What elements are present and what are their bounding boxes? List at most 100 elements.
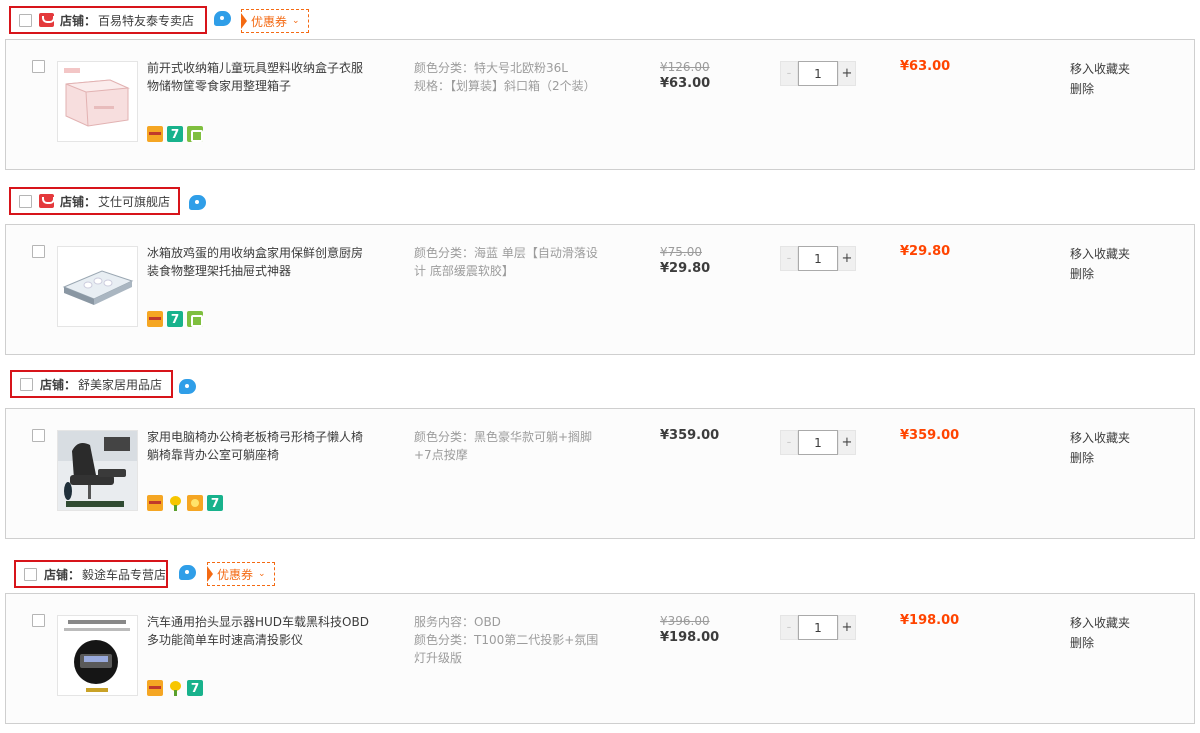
increase-button[interactable]: +: [838, 246, 856, 271]
shop-name-link[interactable]: 毅途车品专营店: [82, 566, 166, 583]
unit-price: ¥29.80: [660, 261, 711, 276]
wangwang-chat-icon[interactable]: [179, 565, 196, 580]
product-thumbnail[interactable]: [57, 615, 138, 696]
chevron-down-icon: ⌄: [258, 569, 266, 579]
delete-link[interactable]: 删除: [1070, 264, 1130, 284]
cart-item: 汽车通用抬头显示器HUD车载黑科技OBD多功能简单车时速高清投影仪 7 服务内容…: [5, 593, 1195, 724]
increase-button[interactable]: +: [838, 430, 856, 455]
item-subtotal: ¥198.00: [900, 613, 960, 628]
seven-day-return-icon[interactable]: 7: [187, 680, 203, 696]
decrease-button[interactable]: -: [780, 430, 798, 455]
decrease-button[interactable]: -: [780, 246, 798, 271]
item-checkbox[interactable]: [32, 60, 45, 73]
delete-link[interactable]: 删除: [1070, 448, 1130, 468]
quantity-stepper: - +: [780, 61, 858, 86]
coupon-dropdown[interactable]: 优惠券 ⌄: [207, 562, 275, 586]
item-checkbox[interactable]: [32, 245, 45, 258]
item-actions: 移入收藏夹 删除: [1070, 59, 1130, 99]
shop-label: 店铺：: [44, 567, 81, 582]
cart-item: 家用电脑椅办公椅老板椅弓形椅子懒人椅躺椅靠背办公室可躺座椅 7 颜色分类：黑色豪…: [5, 408, 1195, 539]
shop-name-link[interactable]: 百易特友泰专卖店: [98, 12, 194, 29]
shop-header: 店铺： 舒美家居用品店: [10, 370, 173, 398]
cart-item: 冰箱放鸡蛋的用收纳盒家用保鲜创意厨房装食物整理架托抽屉式神器 7 颜色分类：海蓝…: [5, 224, 1195, 355]
product-props: 颜色分类：黑色豪华款可躺+搁脚+7点按摩: [414, 428, 609, 464]
wangwang-chat-icon[interactable]: [214, 11, 231, 26]
prop-line: 服务内容：OBD: [414, 615, 501, 629]
credit-card-icon[interactable]: [147, 495, 163, 511]
coupon-label: 优惠券: [251, 14, 288, 29]
delete-link[interactable]: 删除: [1070, 79, 1130, 99]
move-to-favorites-link[interactable]: 移入收藏夹: [1070, 244, 1130, 264]
prop-line: 颜色分类：T100第二代投影+氛围灯升级版: [414, 633, 599, 665]
product-title-link[interactable]: 冰箱放鸡蛋的用收纳盒家用保鲜创意厨房装食物整理架托抽屉式神器: [147, 244, 369, 280]
quantity-input[interactable]: [798, 61, 838, 86]
shop-header: 店铺： 毅途车品专营店: [14, 560, 168, 588]
shop-checkbox[interactable]: [20, 377, 33, 391]
move-to-favorites-link[interactable]: 移入收藏夹: [1070, 59, 1130, 79]
coupon-dropdown[interactable]: 优惠券 ⌄: [241, 9, 309, 33]
wangwang-chat-icon[interactable]: [179, 379, 196, 394]
product-thumbnail[interactable]: [57, 246, 138, 327]
tmall-icon: [39, 194, 55, 208]
shop-label: 店铺：: [40, 377, 77, 392]
service-icons: 7: [147, 495, 223, 511]
item-subtotal: ¥63.00: [900, 59, 951, 74]
item-subtotal: ¥359.00: [900, 428, 960, 443]
prop-line: 颜色分类：特大号北欧粉36L: [414, 61, 568, 75]
delete-link[interactable]: 删除: [1070, 633, 1130, 653]
item-checkbox[interactable]: [32, 429, 45, 442]
credit-card-icon[interactable]: [147, 311, 163, 327]
service-icons: 7: [147, 680, 203, 696]
chevron-down-icon: ⌄: [292, 16, 300, 26]
increase-button[interactable]: +: [838, 615, 856, 640]
seven-day-return-icon[interactable]: 7: [167, 126, 183, 142]
flower-icon[interactable]: [167, 495, 183, 511]
product-thumbnail[interactable]: [57, 430, 138, 511]
seven-day-return-icon[interactable]: 7: [207, 495, 223, 511]
cart-item: 前开式收纳箱儿童玩具塑料收纳盒子衣服物储物筐零食家用整理箱子 7 颜色分类：特大…: [5, 39, 1195, 170]
credit-card-icon[interactable]: [147, 680, 163, 696]
move-to-favorites-link[interactable]: 移入收藏夹: [1070, 428, 1130, 448]
move-to-favorites-link[interactable]: 移入收藏夹: [1070, 613, 1130, 633]
gift-icon[interactable]: [187, 311, 203, 327]
credit-card-icon[interactable]: [147, 126, 163, 142]
product-title-link[interactable]: 前开式收纳箱儿童玩具塑料收纳盒子衣服物储物筐零食家用整理箱子: [147, 59, 369, 95]
product-title-link[interactable]: 汽车通用抬头显示器HUD车载黑科技OBD多功能简单车时速高清投影仪: [147, 613, 369, 649]
unit-price: ¥359.00: [660, 428, 720, 443]
sun-icon[interactable]: [187, 495, 203, 511]
prop-line: 颜色分类：黑色豪华款可躺+搁脚+7点按摩: [414, 430, 593, 462]
prop-line: 颜色分类：海蓝 单层【自动滑落设计 底部缓震软胶】: [414, 246, 598, 278]
unit-price: ¥63.00: [660, 76, 711, 91]
shop-name-link[interactable]: 艾仕可旗舰店: [98, 193, 170, 210]
shop-checkbox[interactable]: [19, 194, 32, 208]
decrease-button[interactable]: -: [780, 61, 798, 86]
tmall-icon: [39, 13, 55, 27]
flower-icon[interactable]: [167, 680, 183, 696]
quantity-input[interactable]: [798, 615, 838, 640]
quantity-input[interactable]: [798, 246, 838, 271]
shop-header: 店铺： 艾仕可旗舰店: [9, 187, 180, 215]
unit-price: ¥198.00: [660, 630, 720, 645]
shop-header: 店铺： 百易特友泰专卖店: [9, 6, 207, 34]
wangwang-chat-icon[interactable]: [189, 195, 206, 210]
shop-checkbox[interactable]: [19, 13, 32, 27]
service-icons: 7: [147, 311, 203, 327]
shop-label: 店铺：: [60, 194, 97, 209]
gift-icon[interactable]: [187, 126, 203, 142]
item-actions: 移入收藏夹 删除: [1070, 244, 1130, 284]
increase-button[interactable]: +: [838, 61, 856, 86]
product-props: 颜色分类：海蓝 单层【自动滑落设计 底部缓震软胶】: [414, 244, 609, 280]
coupon-label: 优惠券: [217, 567, 254, 582]
quantity-input[interactable]: [798, 430, 838, 455]
item-checkbox[interactable]: [32, 614, 45, 627]
product-props: 服务内容：OBD 颜色分类：T100第二代投影+氛围灯升级版: [414, 613, 609, 667]
item-actions: 移入收藏夹 删除: [1070, 613, 1130, 653]
original-price: ¥75.00: [660, 245, 702, 259]
shop-name-link[interactable]: 舒美家居用品店: [78, 376, 162, 393]
decrease-button[interactable]: -: [780, 615, 798, 640]
product-title-link[interactable]: 家用电脑椅办公椅老板椅弓形椅子懒人椅躺椅靠背办公室可躺座椅: [147, 428, 369, 464]
seven-day-return-icon[interactable]: 7: [167, 311, 183, 327]
item-subtotal: ¥29.80: [900, 244, 951, 259]
shop-checkbox[interactable]: [24, 567, 37, 581]
product-thumbnail[interactable]: [57, 61, 138, 142]
